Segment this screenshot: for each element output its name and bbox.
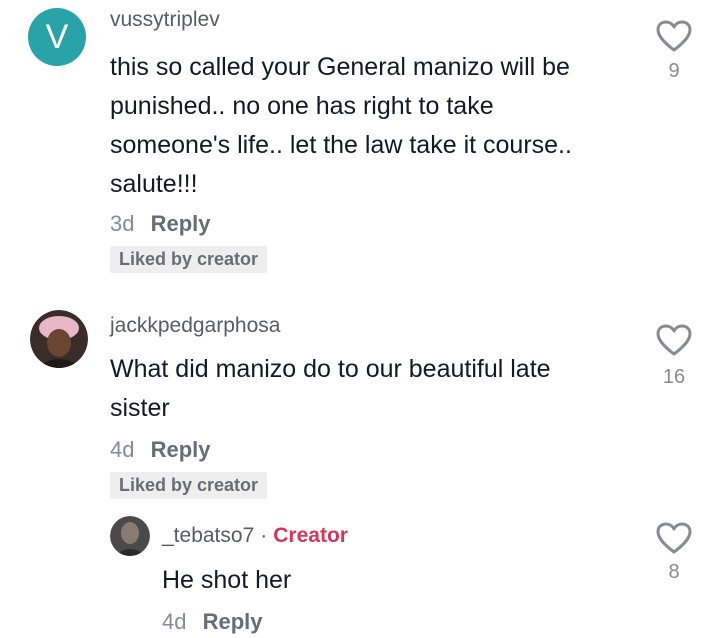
avatar-letter: V bbox=[45, 17, 69, 56]
comment-time: 4d bbox=[110, 437, 135, 462]
like-count: 16 bbox=[662, 366, 686, 388]
comment-line: sister bbox=[110, 394, 170, 422]
avatar[interactable] bbox=[110, 516, 150, 556]
comment-username[interactable]: vussytriplev bbox=[110, 8, 220, 32]
comment-time: 4d bbox=[162, 609, 187, 634]
liked-by-creator-badge: Liked by creator bbox=[110, 246, 268, 273]
reply-button[interactable]: Reply bbox=[151, 437, 211, 462]
heart-outline-icon[interactable] bbox=[656, 20, 692, 52]
comment-time: 3d bbox=[110, 211, 135, 236]
comment-line: What did manizo do to our beautiful late bbox=[110, 355, 551, 383]
avatar[interactable] bbox=[30, 310, 88, 368]
comment-line: salute!!! bbox=[110, 170, 198, 198]
heart-outline-icon[interactable] bbox=[656, 522, 692, 554]
comment-text: this so called your General manizo will … bbox=[110, 48, 630, 204]
reply-username[interactable]: _tebatso7 bbox=[162, 524, 254, 547]
like-count: 9 bbox=[668, 60, 680, 82]
comment-text: What did manizo do to our beautiful late… bbox=[110, 350, 630, 428]
reply-button[interactable]: Reply bbox=[151, 211, 211, 236]
liked-by-creator-badge: Liked by creator bbox=[110, 472, 268, 499]
comment-username[interactable]: jackkpedgarphosa bbox=[110, 314, 280, 338]
heart-outline-icon[interactable] bbox=[656, 324, 692, 356]
reply-button[interactable]: Reply bbox=[203, 609, 263, 634]
comment-line: punished.. no one has right to take bbox=[110, 92, 494, 120]
avatar[interactable]: V bbox=[28, 8, 86, 66]
comment-meta: 4d Reply bbox=[162, 609, 263, 635]
comment-meta: 4d Reply bbox=[110, 437, 211, 463]
comment-meta: 3d Reply bbox=[110, 211, 211, 237]
like-count: 8 bbox=[668, 561, 680, 583]
comment-line: someone's life.. let the law take it cou… bbox=[110, 131, 572, 159]
comment-line: this so called your General manizo will … bbox=[110, 53, 570, 81]
creator-label: Creator bbox=[273, 524, 348, 547]
separator-dot: · bbox=[260, 524, 268, 547]
reply-text: He shot her bbox=[162, 566, 292, 594]
reply-header: _tebatso7 · Creator bbox=[162, 524, 348, 548]
